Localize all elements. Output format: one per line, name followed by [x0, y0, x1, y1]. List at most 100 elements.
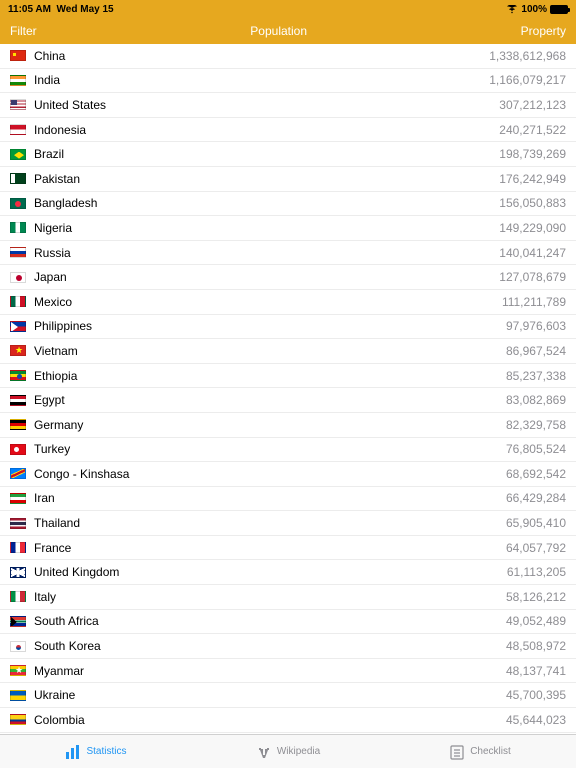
flag-icon	[10, 370, 26, 381]
country-name: Egypt	[34, 393, 506, 407]
flag-icon	[10, 321, 26, 332]
country-row[interactable]: United States307,212,123	[0, 93, 576, 118]
country-row[interactable]: South Korea48,508,972	[0, 634, 576, 659]
country-name: Iran	[34, 491, 506, 505]
country-name: Japan	[34, 270, 499, 284]
country-row[interactable]: Iran66,429,284	[0, 487, 576, 512]
population-value: 48,508,972	[506, 639, 566, 653]
population-value: 85,237,338	[506, 369, 566, 383]
country-name: Nigeria	[34, 221, 499, 235]
statistics-icon	[65, 744, 81, 760]
country-row[interactable]: Ukraine45,700,395	[0, 683, 576, 708]
country-name: Philippines	[34, 319, 506, 333]
country-row[interactable]: Colombia45,644,023	[0, 708, 576, 733]
country-row[interactable]: Philippines97,976,603	[0, 315, 576, 340]
tab-checklist[interactable]: Checklist	[384, 735, 576, 768]
flag-icon	[10, 518, 26, 529]
status-right: 100%	[506, 4, 568, 15]
country-row[interactable]: South Africa49,052,489	[0, 610, 576, 635]
flag-icon	[10, 395, 26, 406]
population-value: 176,242,949	[499, 172, 566, 186]
flag-icon	[10, 542, 26, 553]
wikipedia-icon	[256, 744, 272, 760]
population-value: 82,329,758	[506, 418, 566, 432]
country-name: India	[34, 73, 489, 87]
flag-icon	[10, 272, 26, 283]
country-name: Ethiopia	[34, 369, 506, 383]
flag-icon	[10, 444, 26, 455]
country-name: Pakistan	[34, 172, 499, 186]
country-row[interactable]: Vietnam86,967,524	[0, 339, 576, 364]
country-name: South Korea	[34, 639, 506, 653]
country-row[interactable]: Italy58,126,212	[0, 585, 576, 610]
country-row[interactable]: Thailand65,905,410	[0, 511, 576, 536]
population-value: 198,739,269	[499, 147, 566, 161]
flag-icon	[10, 567, 26, 578]
country-row[interactable]: Brazil198,739,269	[0, 142, 576, 167]
population-value: 1,338,612,968	[489, 49, 566, 63]
country-name: Brazil	[34, 147, 499, 161]
country-row[interactable]: China1,338,612,968	[0, 44, 576, 69]
country-name: China	[34, 49, 489, 63]
population-value: 66,429,284	[506, 491, 566, 505]
country-row[interactable]: Russia140,041,247	[0, 241, 576, 266]
population-value: 83,082,869	[506, 393, 566, 407]
flag-icon	[10, 419, 26, 430]
population-value: 156,050,883	[499, 196, 566, 210]
flag-icon	[10, 173, 26, 184]
flag-icon	[10, 468, 26, 479]
country-list[interactable]: China1,338,612,968India1,166,079,217Unit…	[0, 44, 576, 734]
population-value: 64,057,792	[506, 541, 566, 555]
country-name: Ukraine	[34, 688, 506, 702]
flag-icon	[10, 493, 26, 504]
property-button[interactable]: Property	[521, 24, 566, 38]
country-row[interactable]: Pakistan176,242,949	[0, 167, 576, 192]
population-value: 61,113,205	[507, 565, 566, 579]
population-value: 149,229,090	[499, 221, 566, 235]
country-row[interactable]: Indonesia240,271,522	[0, 118, 576, 143]
country-row[interactable]: United Kingdom61,113,205	[0, 560, 576, 585]
population-value: 140,041,247	[499, 246, 566, 260]
flag-icon	[10, 641, 26, 652]
country-row[interactable]: Turkey76,805,524	[0, 438, 576, 463]
country-row[interactable]: Congo - Kinshasa68,692,542	[0, 462, 576, 487]
country-name: Vietnam	[34, 344, 506, 358]
country-row[interactable]: Bangladesh156,050,883	[0, 192, 576, 217]
checklist-icon	[449, 744, 465, 760]
country-row[interactable]: Ethiopia85,237,338	[0, 364, 576, 389]
country-name: Bangladesh	[34, 196, 499, 210]
country-row[interactable]: Mexico111,211,789	[0, 290, 576, 315]
flag-icon	[10, 222, 26, 233]
country-name: Myanmar	[34, 664, 506, 678]
tab-wikipedia[interactable]: Wikipedia	[192, 735, 384, 768]
flag-icon	[10, 714, 26, 725]
population-value: 49,052,489	[506, 614, 566, 628]
flag-icon	[10, 616, 26, 627]
population-value: 68,692,542	[506, 467, 566, 481]
country-row[interactable]: Germany82,329,758	[0, 413, 576, 438]
tab-statistics[interactable]: Statistics	[0, 735, 192, 768]
country-name: United States	[34, 98, 499, 112]
country-row[interactable]: Myanmar48,137,741	[0, 659, 576, 684]
population-value: 86,967,524	[506, 344, 566, 358]
tab-bar: Statistics Wikipedia Checklist	[0, 734, 576, 768]
filter-button[interactable]: Filter	[10, 24, 37, 38]
country-row[interactable]: Nigeria149,229,090	[0, 216, 576, 241]
country-row[interactable]: Egypt83,082,869	[0, 388, 576, 413]
country-name: Italy	[34, 590, 506, 604]
country-name: Turkey	[34, 442, 506, 456]
status-bar: 11:05 AM Wed May 15 100%	[0, 0, 576, 18]
country-row[interactable]: India1,166,079,217	[0, 69, 576, 94]
country-row[interactable]: France64,057,792	[0, 536, 576, 561]
flag-icon	[10, 149, 26, 160]
population-value: 111,211,789	[502, 295, 566, 309]
flag-icon	[10, 591, 26, 602]
population-value: 240,271,522	[499, 123, 566, 137]
population-value: 1,166,079,217	[489, 73, 566, 87]
population-value: 48,137,741	[506, 664, 566, 678]
tab-wikipedia-label: Wikipedia	[277, 746, 320, 757]
country-row[interactable]: Japan127,078,679	[0, 265, 576, 290]
nav-title: Population	[37, 24, 521, 38]
flag-icon	[10, 690, 26, 701]
flag-icon	[10, 198, 26, 209]
